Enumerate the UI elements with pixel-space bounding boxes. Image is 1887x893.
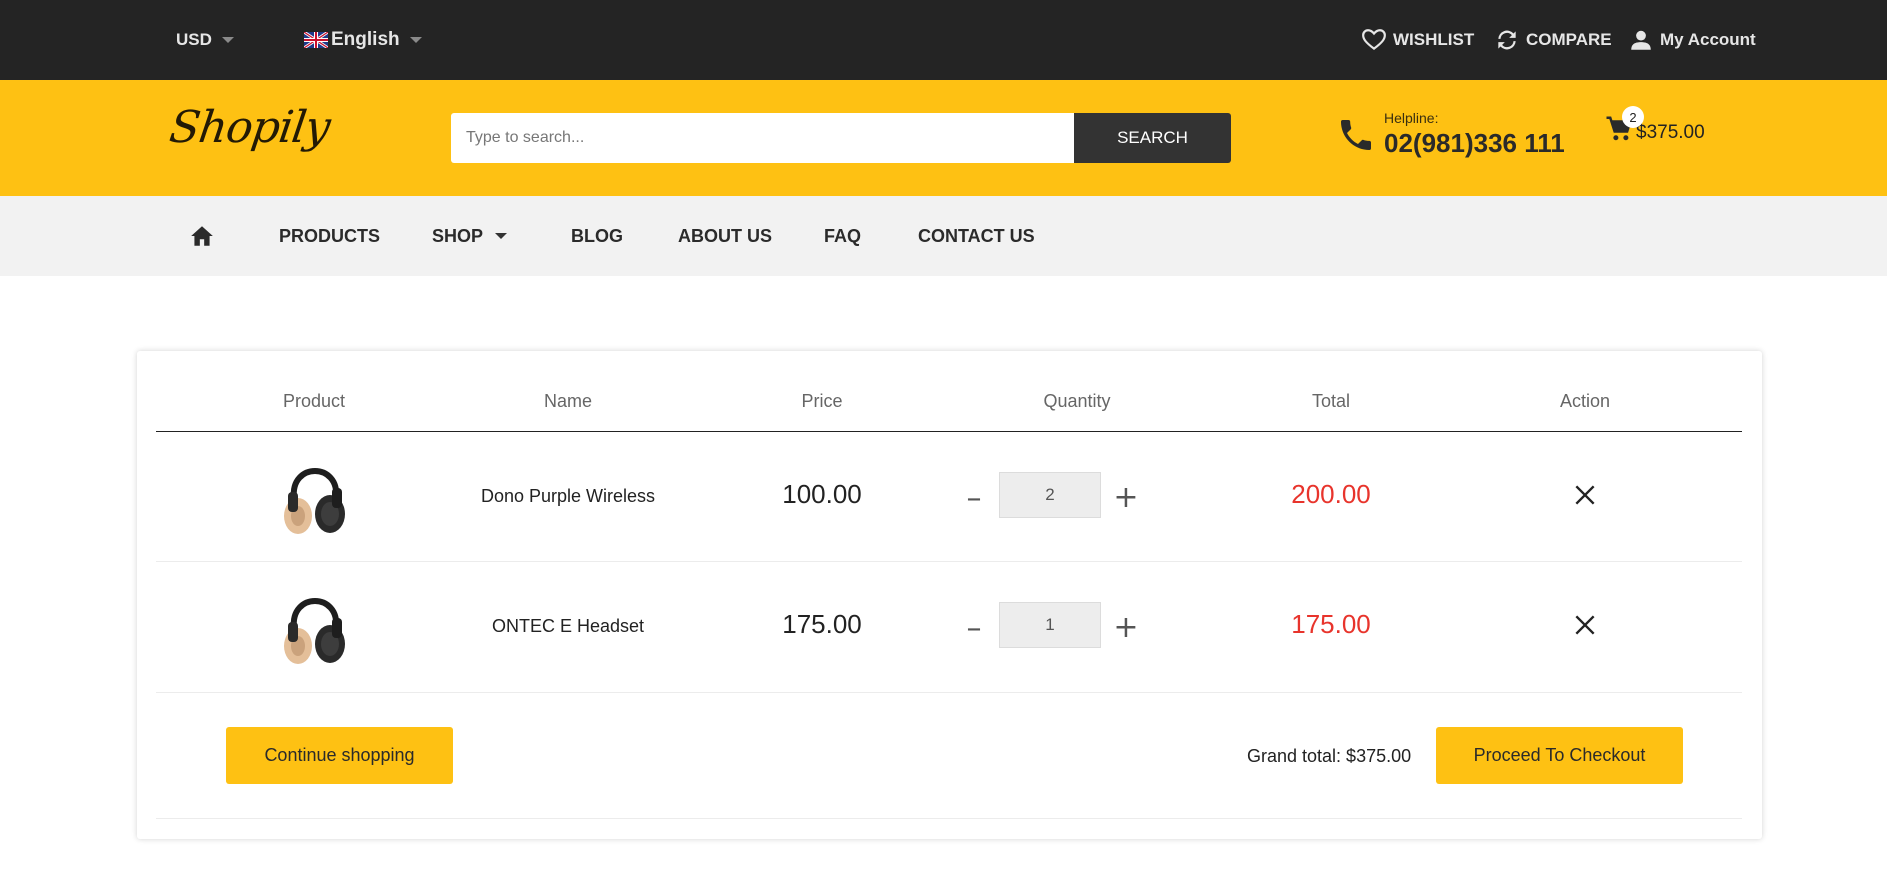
column-header-price: Price [801, 391, 843, 411]
quantity-increase-button[interactable]: + [1111, 480, 1141, 515]
quantity-decrease-button[interactable]: – [959, 481, 989, 516]
close-icon[interactable] [1572, 612, 1598, 638]
row-divider [156, 561, 1742, 562]
helpline-label: Helpline: [1384, 110, 1439, 126]
proceed-to-checkout-button[interactable]: Proceed To Checkout [1436, 727, 1683, 784]
quantity-decrease-button[interactable]: – [959, 611, 989, 646]
nav-faq[interactable]: FAQ [824, 196, 861, 276]
product-price: 100.00 [782, 479, 862, 509]
helpline: Helpline: 02(981)336 111 [1336, 110, 1565, 159]
uk-flag-icon [304, 32, 328, 48]
currency-selector[interactable]: USD [176, 0, 234, 80]
phone-icon [1341, 119, 1371, 150]
top-bar: USD English WISHLIST COMPARE My Account [0, 0, 1887, 80]
wishlist-label: WISHLIST [1393, 30, 1475, 49]
compare-link[interactable]: COMPARE [1494, 0, 1612, 80]
line-total: 175.00 [1291, 609, 1371, 639]
column-header-product: Product [282, 391, 346, 411]
nav-home[interactable] [189, 196, 215, 276]
nav-about-label: ABOUT US [678, 225, 772, 246]
product-name[interactable]: Dono Purple Wireless [438, 486, 698, 507]
helpline-number[interactable]: 02(981)336 111 [1384, 128, 1565, 159]
line-total: 200.00 [1291, 479, 1371, 509]
chevron-down-icon [221, 37, 234, 43]
home-icon [191, 226, 213, 246]
cart-total: $375.00 [1636, 122, 1705, 143]
compare-label: COMPARE [1526, 30, 1612, 49]
nav-shop-label: SHOP [432, 225, 484, 246]
nav-contact-us[interactable]: CONTACT US [918, 196, 1035, 276]
refresh-icon [1498, 30, 1516, 50]
site-logo[interactable]: Shopily [166, 102, 332, 153]
column-header-total: Total [1311, 391, 1351, 411]
product-price: 175.00 [782, 609, 862, 639]
quantity-input[interactable] [999, 472, 1101, 518]
nav-shop[interactable]: SHOP [432, 196, 508, 276]
currency-label: USD [176, 30, 212, 49]
nav-products-label: PRODUCTS [279, 225, 381, 246]
quantity-increase-button[interactable]: + [1111, 610, 1141, 645]
account-label: My Account [1660, 30, 1756, 49]
cart-panel: Product Name Price Quantity Total Action… [137, 351, 1762, 839]
product-name[interactable]: ONTEC E Headset [438, 616, 698, 637]
helpline-text: Helpline: 02(981)336 111 [1384, 110, 1565, 159]
nav-products[interactable]: PRODUCTS [279, 196, 380, 276]
nav-about-us[interactable]: ABOUT US [678, 196, 772, 276]
product-image-headphones[interactable] [280, 578, 350, 670]
nav-contact-label: CONTACT US [918, 225, 1035, 246]
nav-blog-label: BLOG [571, 225, 623, 246]
column-header-quantity: Quantity [1043, 391, 1111, 411]
footer-divider [156, 818, 1742, 819]
user-icon [1631, 30, 1651, 50]
continue-shopping-button[interactable]: Continue shopping [226, 727, 453, 784]
account-link[interactable]: My Account [1628, 0, 1756, 80]
product-image-headphones[interactable] [280, 448, 350, 540]
search-input[interactable] [451, 113, 1074, 163]
nav-faq-label: FAQ [824, 225, 862, 246]
close-icon[interactable] [1572, 482, 1598, 508]
chevron-down-icon [409, 37, 422, 43]
grand-total: Grand total: $375.00 [1247, 746, 1412, 766]
wishlist-link[interactable]: WISHLIST [1361, 0, 1474, 80]
cart-count-badge: 2 [1622, 106, 1644, 128]
search-button[interactable]: SEARCH [1074, 113, 1231, 163]
column-header-name: Name [543, 391, 592, 411]
header: Shopily SEARCH Helpline: 02(981)336 111 … [0, 80, 1887, 196]
nav-blog[interactable]: BLOG [571, 196, 623, 276]
chevron-down-icon [495, 233, 508, 239]
column-header-action: Action [1559, 391, 1611, 411]
heart-icon [1362, 29, 1386, 51]
language-selector[interactable]: English [304, 0, 422, 80]
main-nav: PRODUCTS SHOP BLOG ABOUT US FAQ CONTACT … [0, 196, 1887, 276]
search-bar: SEARCH [451, 113, 1231, 163]
header-divider [156, 431, 1742, 432]
language-label: English [331, 29, 400, 50]
mini-cart[interactable]: 2 $375.00 [1604, 106, 1705, 144]
quantity-input[interactable] [999, 602, 1101, 648]
row-divider [156, 692, 1742, 693]
